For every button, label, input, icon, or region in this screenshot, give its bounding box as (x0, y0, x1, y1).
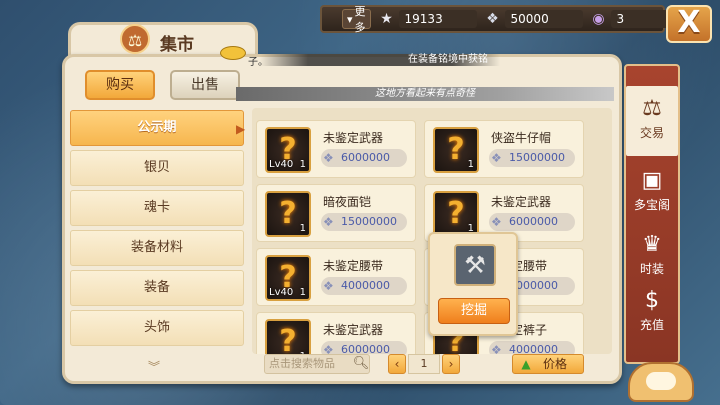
dollar-icon: $ (645, 288, 659, 313)
scale-icon: ⚖ (642, 96, 662, 121)
side-tab-trade[interactable]: ⚖ 交易 (626, 86, 678, 156)
category-item[interactable]: 魂卡 (70, 190, 244, 226)
item-card[interactable]: ? 1 侠盗牛仔帽 ❖ 15000000 (424, 120, 584, 178)
page-number: 1 (408, 354, 440, 374)
page-title: 集市 (160, 35, 194, 55)
item-name: 未鉴定武器 (323, 323, 384, 337)
mystery-item-icon: ?1 (433, 191, 479, 237)
silver-shell-icon: ❖ (491, 151, 502, 165)
chevron-down-icon: ▾ (347, 12, 353, 26)
price-value: 6000000 (341, 343, 390, 354)
side-tab-recharge[interactable]: $ 充值 (626, 278, 678, 348)
side-tab-treasure[interactable]: ▣ 多宝阁 (626, 158, 678, 228)
item-name: 未鉴定腰带 (323, 259, 384, 273)
side-tab-label: 时装 (639, 262, 664, 276)
side-tab-label: 多宝阁 (633, 198, 670, 212)
price-value: 4000000 (341, 279, 390, 292)
dig-button[interactable]: 挖掘 (438, 298, 510, 324)
mystery-item-icon: ? Lv40 1 (265, 127, 311, 173)
tab-sell[interactable]: 出售 (170, 70, 240, 100)
scrolling-notice: 在装备铭境中获铭 (260, 54, 500, 66)
item-name: 侠盗牛仔帽 (491, 131, 552, 145)
item-price: ❖ 6000000 (489, 213, 575, 231)
page-prev-button[interactable]: ‹ (388, 354, 406, 374)
currency-value: 19133 (398, 10, 477, 28)
item-count: 1 (299, 223, 306, 234)
page-next-button[interactable]: › (442, 354, 460, 374)
sort-up-arrow-icon: ▲ (521, 357, 531, 371)
item-card[interactable]: ?1 未鉴定武器 ❖ 6000000 (256, 312, 416, 354)
side-tab-bar: ⚖ 交易 ▣ 多宝阁 ♛ 时装 $ 充值 (624, 64, 680, 364)
item-name: 未鉴定武器 (323, 131, 384, 145)
mystery-item-icon: ?1 (433, 127, 479, 173)
mascot-face (646, 372, 676, 390)
category-item[interactable]: 公示期 (70, 110, 244, 146)
item-price: ❖ 4000000 (489, 341, 575, 354)
silver-shell-icon: ❖ (486, 11, 499, 27)
action-popup: ⚒ 挖掘 (428, 232, 518, 336)
item-name: 未鉴定武器 (491, 195, 552, 209)
silver-shell-icon: ❖ (323, 343, 334, 354)
currency-bar: ▾ 更多 ★ 19133 ❖ 50000 ◉ 3 (320, 5, 671, 34)
silver-shell-icon: ❖ (323, 279, 334, 293)
item-price: ❖ 15000000 (321, 213, 407, 231)
item-count: 1 (467, 159, 474, 170)
price-value: 15000000 (509, 151, 565, 164)
item-price: ❖ 6000000 (321, 341, 407, 354)
tab-buy[interactable]: 购买 (85, 70, 155, 100)
close-button[interactable]: X (666, 5, 712, 43)
star-icon: ★ (380, 11, 393, 27)
market-icon: ⚖ (120, 24, 150, 54)
item-card[interactable]: ? Lv40 1 未鉴定武器 ❖ 6000000 (256, 120, 416, 178)
price-value: 6000000 (341, 151, 390, 164)
silver-shell-icon: ❖ (323, 151, 334, 165)
price-value: 15000000 (341, 215, 397, 228)
close-icon: X (677, 5, 701, 40)
mystery-item-icon: ?1 (265, 191, 311, 237)
silver-shell-icon: ❖ (491, 343, 502, 354)
side-tab-label: 充值 (639, 318, 664, 332)
category-item[interactable]: 头饰 (70, 310, 244, 346)
item-level: Lv40 (269, 287, 294, 298)
item-price: ❖ 4000000 (321, 277, 407, 295)
item-count: 1 (299, 287, 306, 298)
price-value: 4000000 (509, 343, 558, 354)
currency-value: 50000 (504, 10, 583, 28)
item-price: ❖ 15000000 (489, 149, 575, 167)
currency-value: 3 (610, 10, 671, 28)
mystery-item-icon: ? Lv40 1 (265, 255, 311, 301)
search-icon[interactable]: 🔍︎ (352, 355, 370, 373)
chevron-right-icon: › (448, 357, 454, 371)
shovel-icon: ⚒ (454, 244, 496, 286)
category-item[interactable]: 银贝 (70, 150, 244, 186)
pearl-icon: ◉ (592, 11, 605, 27)
item-card[interactable]: ? 1 暗夜面铠 ❖ 15000000 (256, 184, 416, 242)
gold-ingot-icon (220, 46, 246, 60)
silver-shell-icon: ❖ (323, 215, 334, 229)
item-count: 1 (299, 159, 306, 170)
mystery-item-icon: ?1 (265, 319, 311, 354)
item-price: ❖ 6000000 (321, 149, 407, 167)
price-value: 6000000 (509, 215, 558, 228)
coat-icon: ♛ (642, 232, 662, 257)
treasure-chest-icon: ▣ (641, 168, 663, 193)
currency-star: ★ 19133 (379, 10, 477, 28)
more-button[interactable]: ▾ 更多 (342, 5, 371, 34)
more-label: 更多 (354, 5, 366, 34)
category-list: 公示期 银贝 魂卡 装备材料 装备 头饰 (70, 110, 246, 380)
hint-banner: 这地方看起来有点奇怪 (236, 87, 614, 101)
currency-silver: ❖ 50000 (485, 10, 583, 28)
category-item[interactable]: 装备 (70, 270, 244, 306)
chevron-left-icon: ‹ (394, 357, 400, 371)
category-item[interactable]: 装备材料 (70, 230, 244, 266)
item-name: 暗夜面铠 (323, 195, 372, 209)
chevron-right-icon: ▶ (236, 122, 246, 136)
side-tab-label: 交易 (639, 126, 664, 140)
chevron-down-icon[interactable]: ︾ (148, 358, 160, 375)
item-card[interactable]: ? Lv40 1 未鉴定腰带 ❖ 4000000 (256, 248, 416, 306)
item-level: Lv40 (269, 159, 294, 170)
silver-shell-icon: ❖ (491, 215, 502, 229)
currency-pearl: ◉ 3 (591, 10, 671, 28)
